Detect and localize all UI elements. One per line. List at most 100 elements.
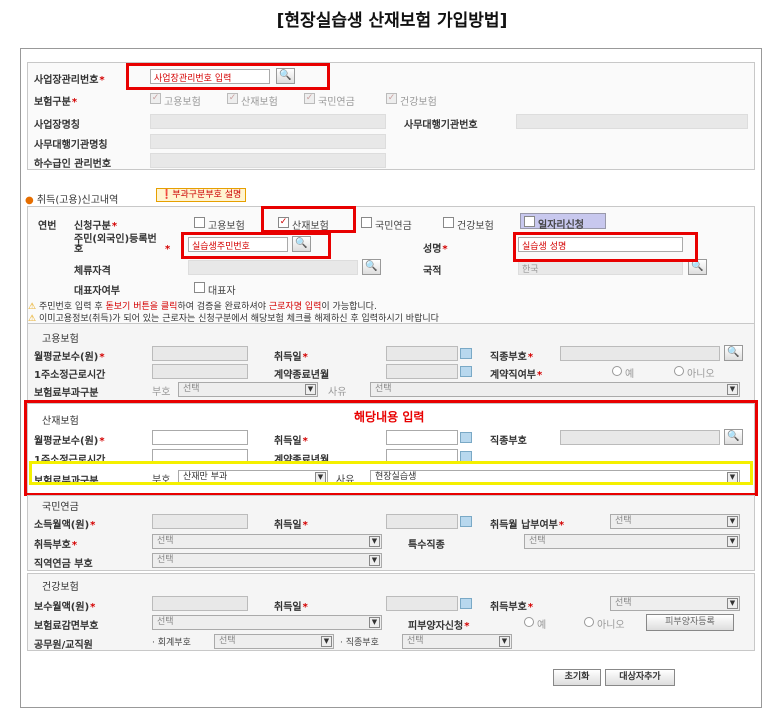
highlight-name <box>513 232 698 262</box>
pension-title: 국민연금 <box>42 502 79 513</box>
ins-ind-checkbox[interactable]: ✓ <box>227 93 238 104</box>
pension-panel: 국민연금 소득월액(원)* 취득일* 취득월 납부여부* 선택 ▼ 취득부호* 선… <box>27 495 755 571</box>
reset-button[interactable]: 초기화 <box>553 669 601 686</box>
chevron-down-icon: ▼ <box>321 636 332 647</box>
chevron-down-icon: ▼ <box>369 555 380 566</box>
add-target-button[interactable]: 대상자추가 <box>605 669 675 686</box>
pension-acq-input[interactable] <box>386 514 458 529</box>
chevron-down-icon: ▼ <box>369 617 380 628</box>
rep-label: 대표자여부 <box>74 286 120 297</box>
report-label: ● 취득(고용)신고내역 <box>25 195 119 206</box>
ins-type-label: 보험구분* <box>34 97 78 108</box>
pension-special-label: 특수직종 <box>408 540 445 551</box>
stay-label: 체류자격 <box>74 266 111 277</box>
emp-wage-label: 월평균보수(원)* <box>34 352 105 363</box>
calendar-icon[interactable] <box>460 348 472 359</box>
chevron-down-icon: ▼ <box>727 536 738 547</box>
rep-option-label: 대표자 <box>208 286 236 297</box>
apply-emp-checkbox[interactable] <box>194 217 205 228</box>
pension-special-select[interactable]: 선택 ▼ <box>524 534 740 549</box>
form-frame: 사업장관리번호* 사업장관리번호 입력 🔍 보험구분* ✓ 고용보험 ✓ 산재보… <box>20 48 762 708</box>
emp-code-select[interactable]: 선택 ▼ <box>178 382 318 397</box>
pension-occ-label: 직역연금 부호 <box>34 559 93 570</box>
col-no-header: 연번 <box>38 221 57 232</box>
contract-no-radio[interactable] <box>674 366 684 376</box>
chevron-down-icon: ▼ <box>727 598 738 609</box>
dependent-yes-radio[interactable] <box>524 617 534 627</box>
nation-field: 한국 <box>518 260 683 275</box>
pension-pay-select[interactable]: 선택 ▼ <box>610 514 740 529</box>
health-reduce-select[interactable]: 선택 ▼ <box>152 615 382 630</box>
ins-pension-label: 국민연금 <box>318 97 355 108</box>
emp-ins-panel: 고용보험 월평균보수(원)* 취득일* 직종부호* 🔍 1주소정근로시간 계약종… <box>27 323 755 401</box>
health-acq-input[interactable] <box>386 596 458 611</box>
agency-no-field <box>516 114 748 129</box>
dependent-register-button[interactable]: 피부양자등록 <box>646 614 734 631</box>
name-label: 성명* <box>423 244 448 255</box>
emp-contract-end-input[interactable] <box>386 364 458 379</box>
pension-pay-label: 취득월 납부여부* <box>490 520 565 531</box>
job-apply-option[interactable]: 일자리신청 <box>520 213 606 231</box>
job-apply-checkbox[interactable] <box>524 216 535 227</box>
emp-reason-select[interactable]: 선택 ▼ <box>370 382 740 397</box>
apply-label: 신청구분* <box>74 221 118 232</box>
pension-acq-code-label: 취득부호* <box>34 540 78 551</box>
rrn-label: 주민(외국인)등록번호 * <box>74 234 171 255</box>
apply-health-checkbox[interactable] <box>443 217 454 228</box>
apply-pension-checkbox[interactable] <box>361 217 372 228</box>
calendar-icon[interactable] <box>460 516 472 527</box>
health-acq-label: 취득일* <box>274 602 308 613</box>
agency-name-field <box>150 134 386 149</box>
emp-job-label: 직종부호* <box>490 352 534 363</box>
emp-code-label: 부호 <box>152 387 171 398</box>
rep-checkbox[interactable] <box>194 282 205 293</box>
health-acq-code-select[interactable]: 선택 ▼ <box>610 596 740 611</box>
pension-income-input[interactable] <box>152 514 248 529</box>
health-job-select[interactable]: 선택 ▼ <box>402 634 512 649</box>
emp-wage-input[interactable] <box>152 346 248 361</box>
contract-yes-radio[interactable] <box>612 366 622 376</box>
apply-health-label: 건강보험 <box>457 221 494 232</box>
page-title: [현장실습생 산재보험 가입방법] <box>276 11 508 31</box>
emp-levy-label: 보험료부과구분 <box>34 388 99 399</box>
health-acct-label: · 회계부호 <box>152 638 191 648</box>
search-icon: 🔍 <box>727 347 740 358</box>
emp-hours-input[interactable] <box>152 364 248 379</box>
chevron-down-icon: ▼ <box>305 384 316 395</box>
health-title: 건강보험 <box>42 582 79 593</box>
mgmt-no-label: 사업장관리번호* <box>34 75 105 86</box>
health-acct-select[interactable]: 선택 ▼ <box>214 634 334 649</box>
calendar-icon[interactable] <box>460 366 472 377</box>
pension-acq-code-select[interactable]: 선택 ▼ <box>152 534 382 549</box>
biz-name-field <box>150 114 386 129</box>
pension-occ-select[interactable]: 선택 ▼ <box>152 553 382 568</box>
emp-ins-title: 고용보험 <box>42 334 79 345</box>
emp-job-search-button[interactable]: 🔍 <box>724 345 743 361</box>
stay-search-button[interactable]: 🔍 <box>362 259 381 275</box>
dependent-yes-label: 예 <box>537 620 547 631</box>
levy-help-button[interactable]: ❗부과구분부호 설명 <box>156 188 247 202</box>
dependent-no-radio[interactable] <box>584 617 594 627</box>
chevron-down-icon: ▼ <box>499 636 510 647</box>
ins-health-checkbox[interactable]: ✓ <box>386 93 397 104</box>
emp-contract-end-label: 계약종료년월 <box>274 370 330 381</box>
calendar-icon[interactable] <box>460 598 472 609</box>
stay-field <box>188 260 358 275</box>
emp-acq-input[interactable] <box>386 346 458 361</box>
ins-health-label: 건강보험 <box>400 97 437 108</box>
chevron-down-icon: ▼ <box>369 536 380 547</box>
dependent-no-label: 아니오 <box>597 620 625 631</box>
contract-yes-label: 예 <box>625 369 635 380</box>
health-wage-input[interactable] <box>152 596 248 611</box>
highlight-rrn <box>181 232 331 259</box>
emp-job-input[interactable] <box>560 346 720 361</box>
ins-pension-checkbox[interactable]: ✓ <box>304 93 315 104</box>
emp-hours-label: 1주소정근로시간 <box>34 370 106 381</box>
health-acq-code-label: 취득부호* <box>490 602 534 613</box>
health-panel: 건강보험 보수월액(원)* 취득일* 취득부호* 선택 ▼ 보험료감면부호 선택 ▼… <box>27 573 755 651</box>
emp-reason-label: 사유 <box>328 387 347 398</box>
health-reduce-label: 보험료감면부호 <box>34 621 99 632</box>
biz-name-label: 사업장명칭 <box>34 120 80 131</box>
ins-emp-checkbox[interactable]: ✓ <box>150 93 161 104</box>
health-job-label: · 직종부호 <box>340 638 379 648</box>
